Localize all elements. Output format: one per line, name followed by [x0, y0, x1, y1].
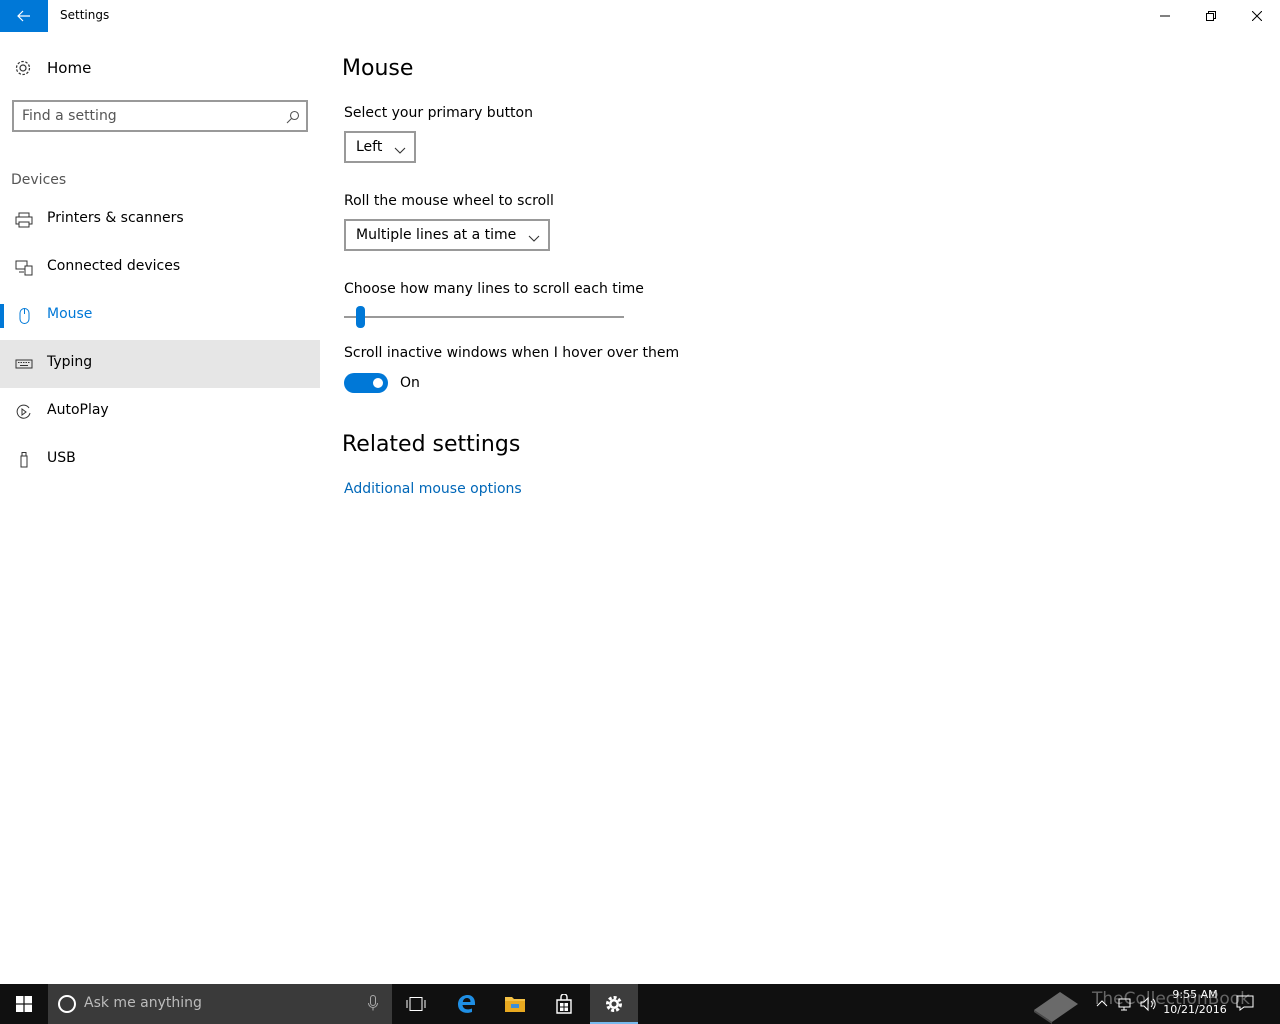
task-view-button[interactable] [392, 984, 440, 1024]
lines-to-scroll-label: Choose how many lines to scroll each tim… [344, 281, 644, 297]
volume-icon[interactable] [1140, 996, 1158, 1016]
folder-icon [505, 997, 525, 1012]
back-button[interactable] [0, 0, 48, 32]
microphone-icon[interactable] [368, 995, 378, 1015]
clock-date: 10/21/2016 [1163, 1003, 1227, 1016]
connected-devices-icon [15, 260, 33, 276]
search-icon[interactable] [286, 109, 300, 128]
additional-mouse-options-link[interactable]: Additional mouse options [344, 481, 522, 497]
home-label: Home [47, 59, 92, 77]
window-title: Settings [60, 8, 110, 22]
lines-to-scroll-slider[interactable] [344, 304, 624, 328]
dropdown-value: Left [356, 139, 383, 155]
usb-icon [15, 452, 33, 468]
scroll-inactive-toggle[interactable] [344, 373, 388, 393]
keyboard-icon [15, 356, 33, 372]
sidebar-item-typing[interactable]: Typing [0, 340, 320, 388]
sidebar-item-label: Typing [47, 354, 93, 370]
minimize-button[interactable] [1142, 0, 1188, 32]
minimize-icon [1160, 15, 1170, 17]
autoplay-icon [15, 404, 33, 420]
file-explorer-button[interactable] [491, 984, 539, 1024]
windows-logo-icon [16, 996, 32, 1012]
sidebar-item-label: Connected devices [47, 258, 181, 274]
sidebar-item-home[interactable]: Home [0, 48, 320, 88]
restore-button[interactable] [1188, 0, 1234, 32]
sidebar-item-printers[interactable]: Printers & scanners [0, 196, 320, 244]
clock-time: 9:55 AM [1172, 988, 1218, 1001]
sidebar-item-label: AutoPlay [47, 402, 109, 418]
primary-button-dropdown[interactable]: Left [344, 131, 417, 163]
slider-track [344, 316, 624, 318]
store-button[interactable] [540, 984, 588, 1024]
sidebar-item-label: Mouse [47, 306, 93, 322]
chevron-down-icon [394, 143, 406, 159]
devices-section-label: Devices [11, 172, 67, 188]
wheel-scroll-dropdown[interactable]: Multiple lines at a time [344, 219, 551, 251]
system-clock[interactable]: 9:55 AM 10/21/2016 [1158, 987, 1232, 1017]
store-icon [556, 994, 572, 1014]
related-settings-title: Related settings [342, 432, 521, 457]
dropdown-value: Multiple lines at a time [356, 227, 517, 243]
network-icon[interactable] [1118, 996, 1134, 1016]
cortana-search-box[interactable]: Ask me anything [48, 984, 392, 1024]
sidebar-item-mouse[interactable]: Mouse [0, 292, 320, 340]
main-content: Mouse Select your primary button Left Ro… [320, 32, 1280, 984]
back-arrow-icon [17, 10, 30, 22]
title-bar: Settings [0, 0, 1280, 32]
settings-gear-icon [606, 996, 622, 1012]
search-input[interactable] [22, 106, 272, 126]
toggle-state-label: On [400, 375, 420, 391]
edge-icon [458, 995, 476, 1013]
sidebar-item-autoplay[interactable]: AutoPlay [0, 388, 320, 436]
cortana-placeholder: Ask me anything [84, 995, 202, 1011]
mouse-icon [15, 308, 33, 324]
task-view-icon [406, 997, 426, 1011]
close-icon [1252, 11, 1262, 21]
gear-icon [14, 59, 32, 81]
sidebar-item-label: USB [47, 450, 76, 466]
primary-button-label: Select your primary button [344, 105, 533, 121]
page-title: Mouse [342, 56, 414, 81]
sidebar: Home Devices Printers & scanners Connect… [0, 32, 320, 984]
close-button[interactable] [1234, 0, 1280, 32]
sidebar-item-label: Printers & scanners [47, 210, 184, 226]
toggle-knob [373, 378, 383, 388]
slider-thumb[interactable] [356, 306, 365, 328]
chevron-down-icon [528, 231, 540, 247]
sidebar-item-connected-devices[interactable]: Connected devices [0, 244, 320, 292]
sidebar-item-usb[interactable]: USB [0, 436, 320, 484]
start-button[interactable] [0, 984, 48, 1024]
settings-app-button[interactable] [590, 984, 638, 1024]
scroll-inactive-label: Scroll inactive windows when I hover ove… [344, 345, 680, 361]
wheel-scroll-label: Roll the mouse wheel to scroll [344, 193, 554, 209]
active-indicator [0, 304, 4, 328]
book-logo-icon [1034, 992, 1078, 1024]
restore-icon [1206, 11, 1216, 21]
chevron-up-icon[interactable] [1096, 996, 1108, 1015]
cortana-icon [58, 995, 76, 1013]
edge-browser-button[interactable] [443, 984, 491, 1024]
taskbar: Ask me anything TheCollectionBook 9:55 A… [0, 984, 1280, 1024]
action-center-icon[interactable] [1236, 994, 1254, 1016]
search-box[interactable] [12, 100, 308, 132]
printer-icon [15, 212, 33, 228]
